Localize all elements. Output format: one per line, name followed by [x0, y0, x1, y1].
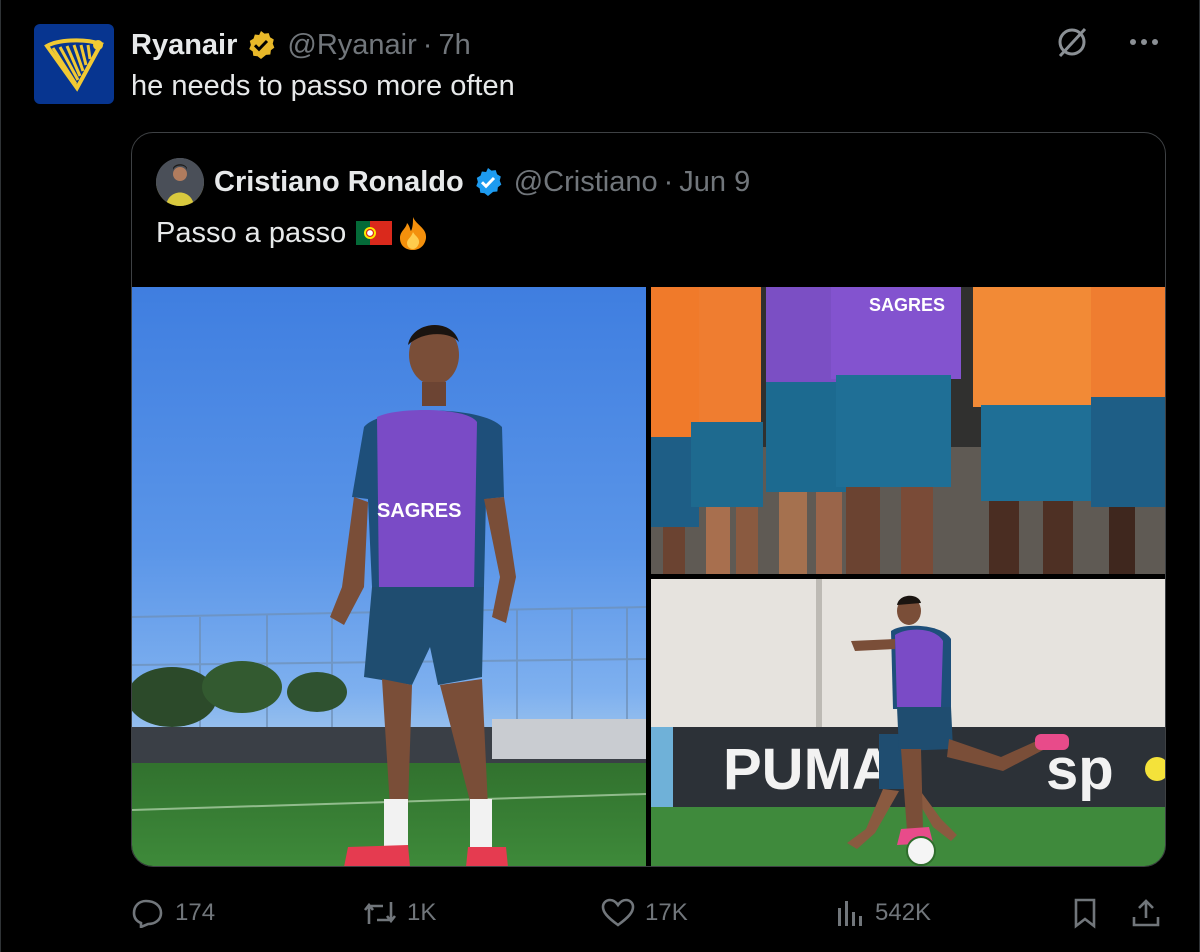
verified-gold-icon[interactable] [245, 29, 277, 61]
views-action[interactable]: 542K [835, 893, 931, 933]
ryanair-avatar[interactable] [34, 24, 114, 104]
photo-text-sagres-2: SAGRES [869, 295, 945, 315]
photo-team-running[interactable]: SAGRES [651, 287, 1165, 574]
quote-separator: · [663, 165, 674, 198]
repost-icon[interactable] [363, 898, 397, 928]
share-action[interactable] [1131, 893, 1161, 933]
quote-header: Cristiano Ronaldo @Cristiano · Jun 9 [156, 157, 750, 207]
photo-ronaldo-kicking[interactable]: PUMA sp [651, 579, 1165, 866]
repost-action[interactable]: 1K [363, 893, 436, 933]
fire-icon [396, 215, 430, 251]
photo-grid: SAGRES SAGRES PUMA sp [132, 287, 1165, 866]
separator: · [422, 28, 433, 61]
photo-text-sagres-1: SAGRES [377, 500, 461, 522]
more-icon[interactable] [1128, 37, 1160, 47]
tweet-time[interactable]: 7h [438, 29, 470, 62]
share-icon[interactable] [1131, 897, 1161, 929]
quote-date[interactable]: Jun 9 [679, 166, 750, 199]
author-handle[interactable]: @Ryanair [287, 29, 416, 62]
photo-text-puma: PUMA [723, 737, 894, 802]
like-count: 17K [645, 899, 688, 926]
reply-count: 174 [175, 899, 216, 926]
grok-icon[interactable] [1054, 24, 1090, 60]
repost-count: 1K [407, 899, 437, 926]
like-icon[interactable] [601, 898, 635, 928]
like-action[interactable]: 17K [601, 893, 688, 933]
tweet-header: Ryanair @Ryanair · 7h [131, 27, 471, 63]
photo-ronaldo-standing[interactable]: SAGRES [132, 287, 646, 866]
author-name[interactable]: Ryanair [131, 29, 237, 62]
left-border [0, 0, 1, 952]
action-bar: 174 1K 17K 542K [131, 893, 1164, 933]
views-icon[interactable] [835, 898, 865, 928]
views-count: 542K [875, 899, 932, 926]
cristiano-avatar[interactable] [156, 158, 204, 206]
verified-blue-icon[interactable] [472, 166, 504, 198]
ryanair-harp-logo [44, 38, 104, 92]
top-actions [1054, 24, 1160, 60]
quote-author-name[interactable]: Cristiano Ronaldo [214, 166, 464, 199]
quote-text: Passo a passo [156, 216, 347, 249]
reply-action[interactable]: 174 [131, 893, 215, 933]
portugal-flag-icon [356, 221, 393, 245]
quoted-tweet[interactable]: Cristiano Ronaldo @Cristiano · Jun 9 Pas… [131, 132, 1166, 867]
bookmark-icon[interactable] [1071, 897, 1099, 929]
reply-icon[interactable] [131, 898, 165, 928]
tweet-text: he needs to passo more often [131, 70, 515, 102]
quote-text-line: Passo a passo [156, 215, 430, 251]
bookmark-action[interactable] [1071, 893, 1099, 933]
quote-author-handle[interactable]: @Cristiano [514, 166, 658, 199]
